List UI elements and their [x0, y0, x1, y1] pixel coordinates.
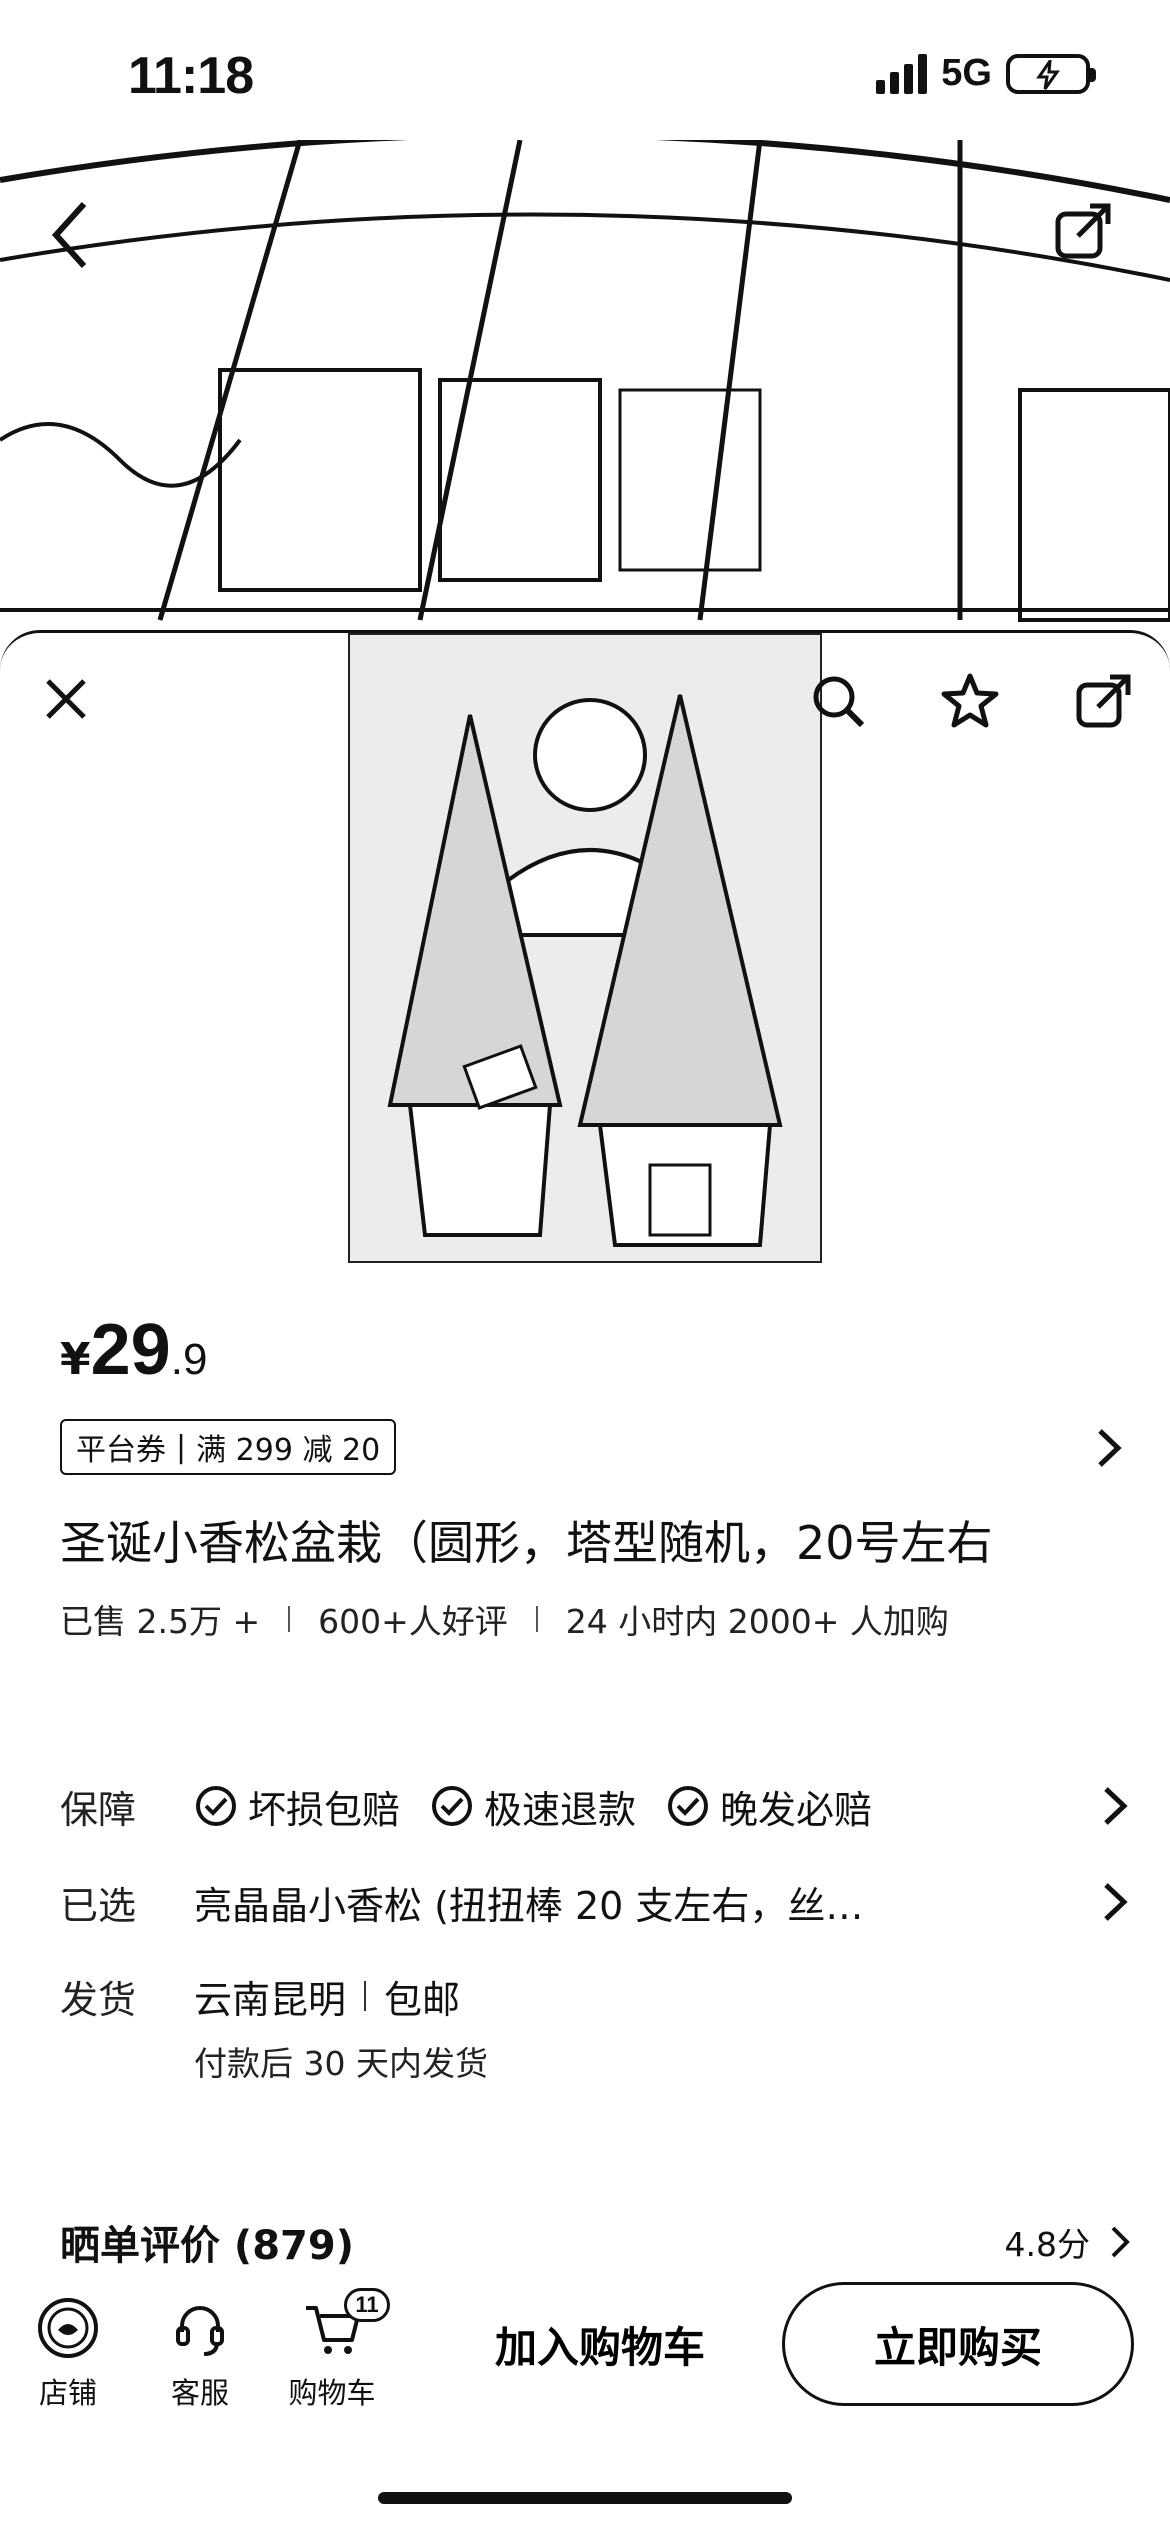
- signal-icon: [876, 53, 928, 94]
- search-icon[interactable]: [806, 669, 870, 733]
- guarantee-text: 极速退款: [484, 1787, 637, 1832]
- coupon-tag[interactable]: 平台券 | 满 299 减 20: [60, 1419, 397, 1475]
- status-indicators: 5G: [876, 52, 1096, 95]
- shipping-origin: 云南昆明: [194, 1977, 347, 2022]
- network-type: 5G: [941, 52, 992, 94]
- close-icon[interactable]: [36, 669, 96, 729]
- shipping-fee: 包邮: [384, 1977, 461, 2022]
- reviews-score: 4.8分: [1004, 2225, 1090, 2264]
- selected-label: 已选: [60, 1883, 137, 1928]
- star-icon[interactable]: [938, 669, 1002, 733]
- cart-badge: 11: [344, 2288, 390, 2322]
- battery-icon: [1006, 53, 1096, 94]
- status-time: 11:18: [128, 47, 254, 105]
- reviews-section[interactable]: 晒单评价 (879) 4.8分: [60, 2209, 1140, 2275]
- selected-variant-value: 亮晶晶小香松 (扭扭棒 20 支左右，丝…: [194, 1883, 864, 1928]
- chevron-right-icon[interactable]: [1090, 1781, 1140, 1831]
- reviews-title: 晒单评价 (879): [60, 2223, 354, 2269]
- sales-stats: 已售 2.5万 + 600+人好评 24 小时内 2000+ 人加购: [60, 1595, 949, 1643]
- buy-now-button[interactable]: 立即购买: [782, 2282, 1134, 2406]
- guarantee-item: 晚发必赔: [666, 1779, 872, 1834]
- store-button[interactable]: 店铺: [8, 2296, 128, 2412]
- stats-divider: [535, 1606, 538, 1632]
- price-integer: 29: [90, 1310, 171, 1390]
- headset-icon: [176, 2306, 224, 2356]
- share-icon[interactable]: [1072, 669, 1136, 733]
- price-decimal: .9: [170, 1335, 208, 1384]
- background-scene: [0, 140, 1170, 640]
- home-indicator[interactable]: [378, 2492, 792, 2504]
- coupon-chevron-right-icon[interactable]: [1084, 1423, 1134, 1473]
- shipping-label: 发货: [60, 1977, 137, 2022]
- coupon-detail: 满 299 减 20: [196, 1433, 381, 1468]
- price-currency: ¥: [60, 1334, 91, 1385]
- guarantee-item: 坏损包赔: [194, 1779, 400, 1834]
- shipping-note: 付款后 30 天内发货: [194, 2044, 488, 2083]
- stats-divider: [288, 1606, 291, 1632]
- sold-count: 已售 2.5万 +: [60, 1602, 261, 1641]
- coupon-separator: |: [176, 1429, 187, 1465]
- shipping-row: 发货 云南昆明 包邮: [60, 1961, 1140, 2031]
- store-icon: [38, 2298, 98, 2358]
- bottom-action-bar: 店铺 客服 11 购物车 加入购物车 立即购买: [0, 2276, 1170, 2426]
- guarantee-row[interactable]: 保障 坏损包赔 极速退款 晚发必赔: [60, 1771, 1140, 1841]
- back-arrow-icon[interactable]: [50, 200, 90, 274]
- chevron-right-icon: [1111, 2226, 1130, 2258]
- selected-variant-row[interactable]: 已选 亮晶晶小香松 (扭扭棒 20 支左右，丝…: [60, 1867, 1140, 1937]
- chevron-right-icon[interactable]: [1090, 1877, 1140, 1927]
- check-circle-icon: [196, 1786, 236, 1826]
- customer-service-button[interactable]: 客服: [140, 2296, 260, 2412]
- guarantee-text: 坏损包赔: [248, 1787, 401, 1832]
- cart-add-count: 24 小时内 2000+ 人加购: [565, 1602, 949, 1641]
- guarantee-item: 极速退款: [430, 1779, 636, 1834]
- check-circle-icon: [668, 1786, 709, 1826]
- cart-button[interactable]: 11 购物车: [272, 2288, 392, 2412]
- check-circle-icon: [432, 1786, 473, 1826]
- service-label: 客服: [170, 2376, 229, 2410]
- status-bar: 11:18 5G: [0, 0, 1170, 140]
- coupon-label: 平台券: [76, 1433, 166, 1468]
- guarantee-text: 晚发必赔: [720, 1787, 873, 1832]
- product-title: 圣诞小香松盆栽（圆形，塔型随机，20号左右: [60, 1516, 993, 1570]
- background-photo: [0, 140, 1170, 622]
- product-image[interactable]: [348, 633, 822, 1263]
- add-to-cart-button[interactable]: 加入购物车: [440, 2284, 760, 2404]
- price: ¥ 29 .9: [60, 1309, 207, 1391]
- product-sheet: ¥ 29 .9 平台券 | 满 299 减 20 圣诞小香松盆栽（圆形，塔型随机…: [0, 630, 1170, 2532]
- reviews-score-link[interactable]: 4.8分: [1005, 2218, 1140, 2266]
- store-label: 店铺: [38, 2376, 97, 2410]
- cart-label: 购物车: [288, 2376, 376, 2410]
- shipping-divider: [364, 1981, 367, 2011]
- product-photo: [350, 635, 820, 1261]
- good-review-count: 600+人好评: [318, 1602, 508, 1641]
- guarantee-label: 保障: [60, 1787, 137, 1832]
- background-share-icon[interactable]: [1054, 200, 1114, 264]
